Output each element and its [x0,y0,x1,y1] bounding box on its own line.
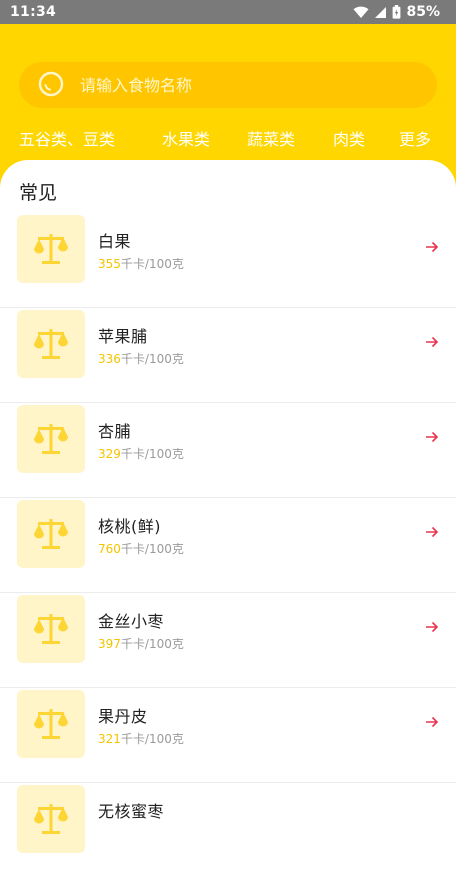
calorie-unit: 千卡/100克 [120,447,184,461]
calorie-unit: 千卡/100克 [120,637,184,651]
scale-icon [34,614,68,644]
arrow-right-icon [426,716,439,728]
cell-signal-icon [375,6,387,18]
food-item[interactable]: 白果 355千卡/100克 [0,213,456,308]
section-title: 常见 [19,182,58,204]
arrow-right-icon [426,621,439,633]
category-tabs: 五谷类、豆类 水果类 蔬菜类 肉类 更多 [0,126,456,150]
food-calories: 397千卡/100克 [98,635,184,652]
food-name: 苹果脯 [98,327,148,346]
arrow-right-icon [426,526,439,538]
food-item[interactable]: 核桃(鲜) 760千卡/100克 [0,498,456,593]
food-item[interactable]: 金丝小枣 397千卡/100克 [0,593,456,688]
food-thumbnail [17,785,85,853]
food-calories: 355千卡/100克 [98,255,184,272]
food-name: 无核蜜枣 [98,802,165,821]
calorie-unit: 千卡/100克 [120,257,184,271]
scale-icon [34,519,68,549]
status-time: 11:34 [10,4,57,20]
arrow-right-icon [426,241,439,253]
calorie-value: 329 [98,447,121,461]
scale-icon [34,329,68,359]
status-icons: 85% [353,4,440,20]
food-item[interactable]: 无核蜜枣 [0,783,456,878]
calorie-unit: 千卡/100克 [120,732,184,746]
scale-icon [34,234,68,264]
food-calories: 321千卡/100克 [98,730,184,747]
food-item[interactable]: 果丹皮 321千卡/100克 [0,688,456,783]
food-name: 金丝小枣 [98,612,165,631]
food-list: 白果 355千卡/100克 苹果脯 336千卡/100克 杏脯 329千卡/10… [0,213,456,878]
search-bar[interactable] [19,62,437,108]
calorie-value: 355 [98,257,121,271]
tab-grains-beans[interactable]: 五谷类、豆类 [19,126,115,150]
battery-icon [393,5,401,19]
calorie-unit: 千卡/100克 [120,542,184,556]
calorie-value: 336 [98,352,121,366]
arrow-right-icon [426,336,439,348]
wifi-icon [353,6,369,18]
food-name: 果丹皮 [98,707,148,726]
food-thumbnail [17,500,85,568]
food-calories: 329千卡/100克 [98,445,184,462]
food-name: 杏脯 [98,422,132,441]
food-name: 白果 [98,232,132,251]
food-thumbnail [17,215,85,283]
calorie-unit: 千卡/100克 [120,352,184,366]
food-thumbnail [17,405,85,473]
food-thumbnail [17,310,85,378]
arrow-right-icon [426,431,439,443]
search-input[interactable] [78,74,402,96]
scale-icon [34,709,68,739]
battery-percent: 85% [406,4,440,20]
content-panel: 常见 白果 355千卡/100克 苹果脯 336千卡/100克 杏脯 329千卡… [0,160,456,853]
calorie-value: 321 [98,732,121,746]
calorie-value: 397 [98,637,121,651]
tab-fruits[interactable]: 水果类 [162,126,210,150]
tab-vegetables[interactable]: 蔬菜类 [247,126,295,150]
food-item[interactable]: 苹果脯 336千卡/100克 [0,308,456,403]
scale-icon [34,804,68,834]
scale-icon [34,424,68,454]
calorie-value: 760 [98,542,121,556]
food-name: 核桃(鲜) [98,517,161,536]
tab-meat[interactable]: 肉类 [333,126,365,150]
search-icon [38,71,64,97]
food-thumbnail [17,595,85,663]
status-bar: 11:34 85% [0,0,456,24]
tab-more[interactable]: 更多 [399,126,431,150]
food-calories: 760千卡/100克 [98,540,184,557]
food-item[interactable]: 杏脯 329千卡/100克 [0,403,456,498]
food-thumbnail [17,690,85,758]
food-calories: 336千卡/100克 [98,350,184,367]
